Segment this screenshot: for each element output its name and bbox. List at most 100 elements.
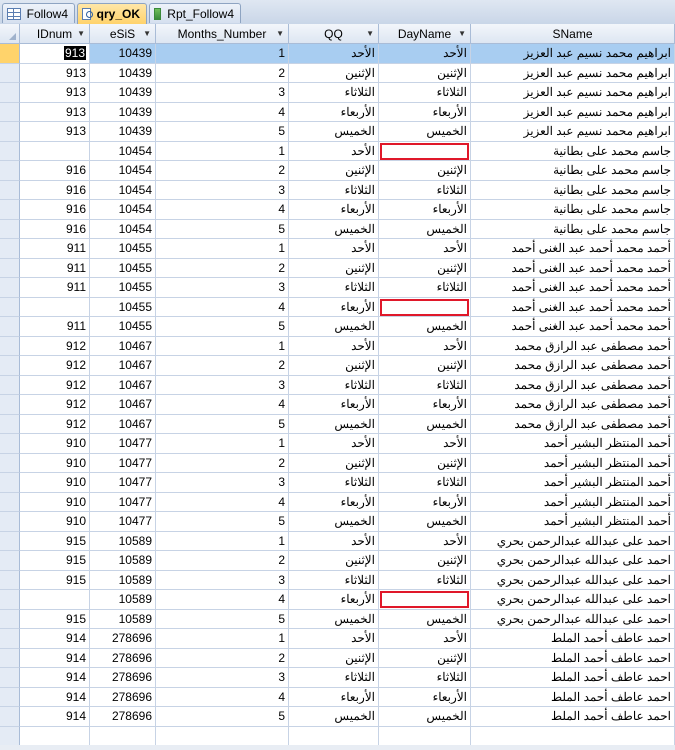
cell-sname[interactable]: أحمد مصطفى عبد الرازق محمد [471,395,675,415]
table-row[interactable]: 911 10455 5 الخميس الخميس أحمد محمد أحمد عبد … [0,317,675,337]
cell-idnum[interactable]: 911 [20,239,90,259]
cell-sname[interactable]: أحمد مصطفى عبد الرازق محمد [471,414,675,434]
cell-dayname[interactable]: الأحد [379,629,471,649]
cell-months-number[interactable]: 1 [156,239,289,259]
cell-esis[interactable]: 10439 [90,102,156,122]
table-row[interactable]: 913 10439 1 الأحد الأحد ابراهيم محمد نسيم عبد… [0,44,675,64]
table-row[interactable]: 913 10439 4 الأربعاء الأربعاء ابراهيم محمد نس… [0,102,675,122]
cell-idnum[interactable]: 915 [20,609,90,629]
cell-months-number[interactable]: 1 [156,629,289,649]
cell-sname[interactable]: أحمد مصطفى عبد الرازق محمد [471,375,675,395]
cell-esis[interactable]: 278696 [90,629,156,649]
cell-idnum[interactable]: 913 [20,63,90,83]
cell-sname[interactable]: أحمد مصطفى عبد الرازق محمد [471,336,675,356]
cell-idnum[interactable]: 910 [20,512,90,532]
cell-months-number[interactable]: 3 [156,180,289,200]
row-selector[interactable] [0,570,20,590]
cell-idnum[interactable]: 915 [20,531,90,551]
table-row[interactable]: 911 10455 3 الثلاثاء الثلاثاء أحمد محمد أحمد … [0,278,675,298]
cell-dayname[interactable]: الإثنين [379,648,471,668]
cell-qq[interactable]: الخميس [289,414,379,434]
table-row[interactable]: 910 10477 5 الخميس الخميس أحمد المنتظر البشير… [0,512,675,532]
cell-dayname[interactable]: الأحد [379,239,471,259]
cell-sname[interactable]: أحمد المنتظر البشير أحمد [471,453,675,473]
cell-months-number[interactable]: 2 [156,551,289,571]
cell-sname[interactable]: ابراهيم محمد نسيم عبد العزيز [471,122,675,142]
table-row[interactable]: 912 10467 1 الأحد الأحد أحمد مصطفى عبد الرازق… [0,336,675,356]
column-header-months-number[interactable]: Months_Number ▼ [156,24,289,44]
cell-dayname[interactable]: الأربعاء [379,395,471,415]
cell-esis[interactable]: 10477 [90,512,156,532]
row-selector[interactable] [0,434,20,454]
cell-sname[interactable]: أحمد المنتظر البشير أحمد [471,512,675,532]
cell-esis[interactable]: 10477 [90,434,156,454]
cell-sname[interactable]: احمد عاطف أحمد الملط [471,629,675,649]
cell-esis[interactable]: 10477 [90,492,156,512]
cell-qq[interactable]: الخميس [289,609,379,629]
table-row[interactable]: 915 10589 1 الأحد الأحد احمد على عبدالله عبدا… [0,531,675,551]
cell-dayname[interactable]: الخميس [379,512,471,532]
cell-esis[interactable]: 10467 [90,336,156,356]
cell-esis[interactable]: 10455 [90,278,156,298]
table-row[interactable]: 911 10455 1 الأحد الأحد أحمد محمد أحمد عبد ال… [0,239,675,259]
cell-months-number[interactable]: 3 [156,83,289,103]
table-row[interactable]: 916 10454 2 الإثنين الإثنين جاسم محمد على بطا… [0,161,675,181]
cell-qq[interactable]: الأربعاء [289,297,379,317]
cell-idnum[interactable]: 916 [20,180,90,200]
cell-esis[interactable]: 10477 [90,473,156,493]
table-row[interactable]: 10455 4 الأربعاء أحمد محمد أحمد عبد الغنى أ… [0,297,675,317]
cell-dayname[interactable]: الثلاثاء [379,668,471,688]
table-row[interactable]: 915 10589 5 الخميس الخميس احمد على عبدالله عب… [0,609,675,629]
cell-dayname[interactable]: الثلاثاء [379,83,471,103]
cell-qq[interactable]: الإثنين [289,453,379,473]
cell-months-number[interactable]: 2 [156,356,289,376]
cell-qq[interactable]: الإثنين [289,551,379,571]
cell-sname[interactable]: أحمد محمد أحمد عبد الغنى أحمد [471,258,675,278]
cell-months-number[interactable]: 4 [156,492,289,512]
table-row[interactable]: 912 10467 2 الإثنين الإثنين أحمد مصطفى عبد ال… [0,356,675,376]
cell-esis[interactable]: 10454 [90,219,156,239]
filter-dropdown-icon[interactable]: ▼ [276,29,284,38]
cell-idnum[interactable]: 913 [20,83,90,103]
cell-dayname[interactable]: الأحد [379,531,471,551]
cell-months-number[interactable]: 1 [156,44,289,64]
cell-qq[interactable]: الأحد [289,239,379,259]
table-row[interactable]: 913 10439 2 الإثنين الإثنين ابراهيم محمد نسيم… [0,63,675,83]
table-row[interactable]: 914 278696 2 الإثنين الإثنين احمد عاطف أحمد ا… [0,648,675,668]
cell-months-number[interactable]: 3 [156,570,289,590]
cell-idnum[interactable] [20,590,90,610]
cell-sname[interactable]: أحمد المنتظر البشير أحمد [471,492,675,512]
cell-dayname[interactable]: الخميس [379,122,471,142]
cell-esis[interactable]: 10439 [90,122,156,142]
column-header-esis[interactable]: eSiS ▼ [90,24,156,44]
cell-months-number[interactable]: 4 [156,200,289,220]
cell-months-number[interactable]: 3 [156,473,289,493]
column-header-qq[interactable]: QQ ▼ [289,24,379,44]
row-selector[interactable] [0,375,20,395]
row-selector[interactable] [0,648,20,668]
tab-rpt-follow4[interactable]: Rpt_Follow4 [149,3,241,23]
cell-dayname[interactable]: الخميس [379,414,471,434]
cell-qq[interactable]: الإثنين [289,258,379,278]
cell-months-number[interactable]: 1 [156,434,289,454]
cell-esis[interactable]: 10467 [90,414,156,434]
cell-esis[interactable]: 10467 [90,375,156,395]
cell-idnum[interactable]: 910 [20,473,90,493]
cell-dayname[interactable]: الثلاثاء [379,570,471,590]
row-selector[interactable] [0,687,20,707]
cell-esis[interactable]: 10589 [90,531,156,551]
cell-months-number[interactable]: 2 [156,453,289,473]
cell-sname[interactable]: أحمد محمد أحمد عبد الغنى أحمد [471,278,675,298]
table-row[interactable]: 913 10439 3 الثلاثاء الثلاثاء ابراهيم محمد نس… [0,83,675,103]
cell-idnum[interactable]: 912 [20,375,90,395]
table-row[interactable]: 914 278696 5 الخميس الخميس احمد عاطف أحمد الم… [0,707,675,727]
cell-dayname[interactable]: الثلاثاء [379,473,471,493]
cell-esis[interactable]: 10439 [90,44,156,64]
cell-dayname[interactable]: الأربعاء [379,200,471,220]
filter-dropdown-icon[interactable]: ▼ [366,29,374,38]
cell-idnum[interactable]: 913 [20,122,90,142]
cell-qq[interactable]: الثلاثاء [289,278,379,298]
cell-dayname[interactable]: الأربعاء [379,102,471,122]
cell-sname[interactable]: احمد على عبدالله عبدالرحمن بحري [471,570,675,590]
cell-esis[interactable]: 10455 [90,258,156,278]
